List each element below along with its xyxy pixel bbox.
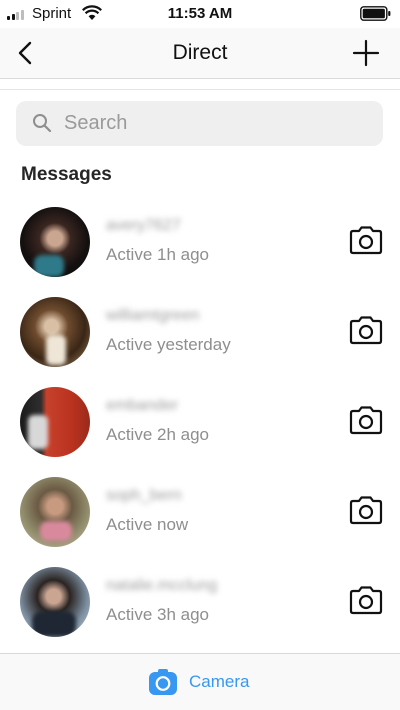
avatar[interactable]	[20, 297, 90, 367]
camera-icon[interactable]	[348, 224, 384, 256]
page-title: Direct	[172, 41, 228, 64]
message-status: Active now	[106, 515, 189, 534]
status-bar: Sprint 11:53 AM	[0, 0, 400, 28]
camera-button[interactable]: Camera	[148, 668, 258, 696]
camera-icon[interactable]	[348, 494, 384, 526]
nav-bar: Direct	[0, 28, 400, 78]
direct-screen: Sprint 11:53 AM Direct Messages	[0, 0, 400, 710]
message-status: Active yesterday	[106, 335, 231, 354]
message-username: soph_bern	[106, 487, 182, 504]
plus-icon[interactable]	[352, 39, 380, 67]
battery-icon	[360, 6, 391, 21]
message-status: Active 3h ago	[106, 605, 210, 624]
message-username: embander	[106, 397, 179, 414]
camera-icon[interactable]	[348, 584, 384, 616]
camera-icon	[149, 669, 177, 695]
camera-icon[interactable]	[348, 404, 384, 436]
message-row[interactable]: williamtgreen Active yesterday	[0, 290, 400, 380]
avatar[interactable]	[20, 477, 90, 547]
message-status: Active 2h ago	[106, 425, 210, 444]
camera-label: Camera	[189, 672, 250, 691]
message-username: avery7627	[106, 217, 181, 234]
avatar[interactable]	[20, 567, 90, 637]
search-bar[interactable]	[16, 101, 383, 146]
search-icon	[33, 114, 52, 133]
message-row[interactable]: avery7627 Active 1h ago	[0, 200, 400, 290]
avatar[interactable]	[20, 207, 90, 277]
content-divider	[0, 89, 400, 90]
message-username: natalie.mcclung	[106, 577, 218, 594]
camera-icon[interactable]	[348, 314, 384, 346]
nav-divider	[0, 78, 400, 79]
message-status: Active 1h ago	[106, 245, 210, 264]
bottom-bar: Camera	[0, 653, 400, 710]
avatar[interactable]	[20, 387, 90, 457]
message-username: williamtgreen	[106, 307, 200, 324]
message-row[interactable]: soph_bern Active now	[0, 470, 400, 560]
message-row[interactable]: embander Active 2h ago	[0, 380, 400, 470]
status-time: 11:53 AM	[167, 5, 233, 22]
search-input[interactable]	[64, 101, 364, 146]
message-row[interactable]: natalie.mcclung Active 3h ago	[0, 560, 400, 650]
messages-heading: Messages	[21, 164, 112, 185]
